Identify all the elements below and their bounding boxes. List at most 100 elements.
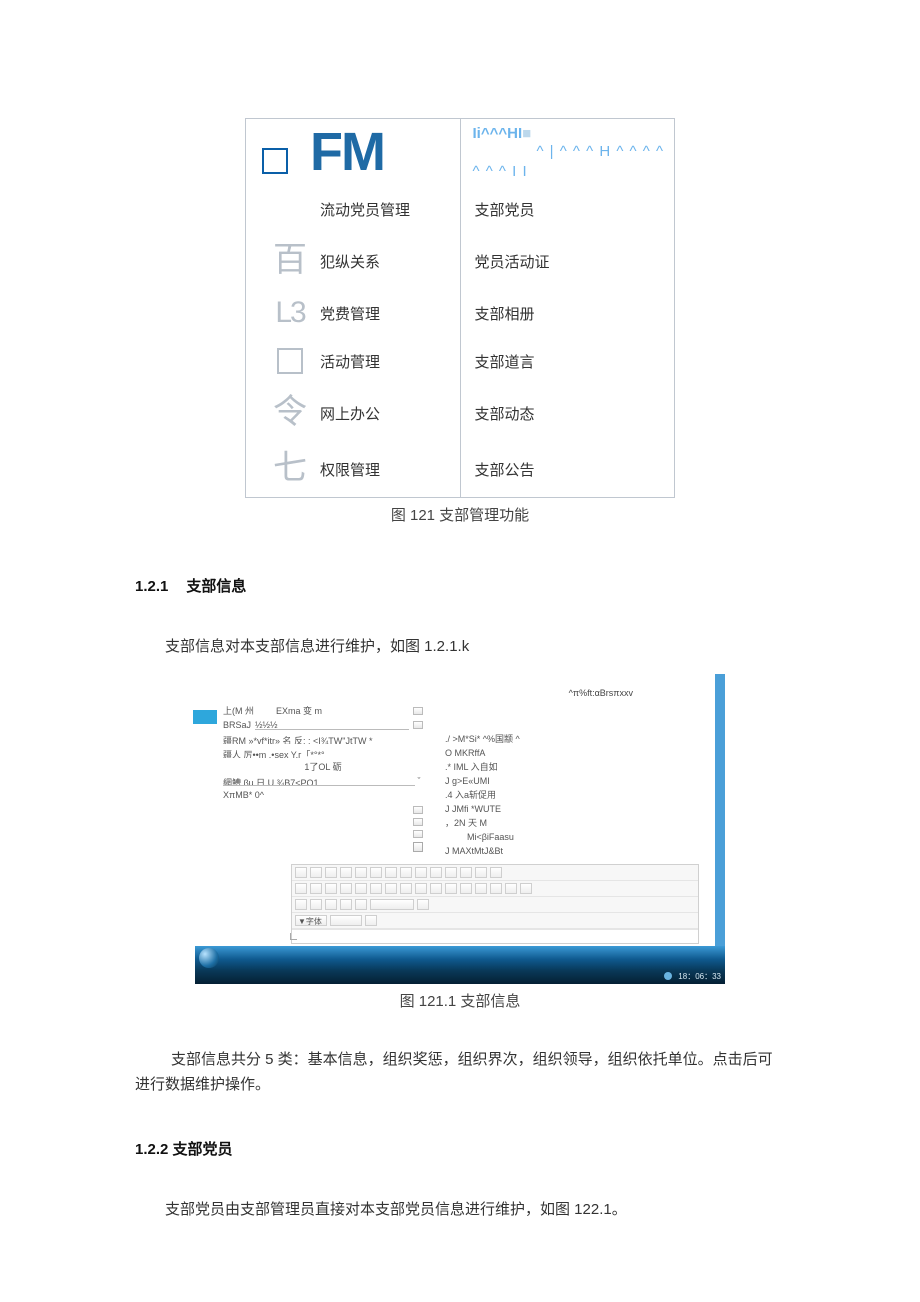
tree-item[interactable]: J MAXtMtJ&Bt bbox=[445, 844, 725, 858]
toolbar-button[interactable] bbox=[365, 915, 377, 926]
menu-item-online-office: 令 网上办公 bbox=[246, 385, 460, 441]
editor-toolbar-row bbox=[292, 881, 698, 897]
toolbar-button[interactable] bbox=[490, 883, 502, 894]
toolbar-button[interactable] bbox=[355, 883, 367, 894]
toolbar-button[interactable] bbox=[415, 867, 427, 878]
editor-toolbar-row: ▼字体 bbox=[292, 913, 698, 929]
toolbar-button[interactable] bbox=[460, 867, 472, 878]
dropdown-icon[interactable]: ˇ bbox=[415, 776, 423, 786]
function-header-right: Ii^^^HI■ ^ | ^ ^ ^ H ^ ^ ^ ^ ^ ^ ^ I I bbox=[461, 119, 675, 185]
section-121-intro: 支部信息对本支部信息进行维护，如图 1.2.1.k bbox=[135, 634, 785, 660]
toolbar-button[interactable] bbox=[325, 899, 337, 910]
menu-label: 活动菅理 bbox=[320, 351, 380, 372]
menu-label: 权限管理 bbox=[320, 459, 380, 480]
start-orb-icon[interactable] bbox=[199, 948, 219, 968]
toolbar-button[interactable] bbox=[295, 883, 307, 894]
section-121-description: 支部信息共分 5 类：基本信息，组织奖惩，组织界次，组织领导，组织依托单位。点击… bbox=[135, 1047, 785, 1098]
submenu-label: 支部道言 bbox=[475, 351, 535, 372]
menu-label: 犯纵关系 bbox=[320, 251, 380, 272]
tree-item[interactable]: ，2N 天 M bbox=[445, 816, 725, 830]
action-icon[interactable] bbox=[413, 818, 423, 826]
toolbar-dropdown[interactable] bbox=[370, 899, 414, 910]
clock-text: 18：06：33 bbox=[678, 972, 721, 981]
toolbar-button[interactable] bbox=[310, 899, 322, 910]
screenshot-form-panel: 上(M 州 EXma 变 m BRSaJ ½½½ 疆RM »*vf*itr» 名… bbox=[223, 704, 423, 858]
logo-square-icon bbox=[262, 148, 288, 174]
action-icon[interactable] bbox=[413, 806, 423, 814]
form-row-text: XπMB* 0^ bbox=[223, 790, 264, 800]
toolbar-button[interactable] bbox=[475, 867, 487, 878]
font-family-dropdown[interactable]: ▼字体 bbox=[295, 915, 327, 926]
picker-icon[interactable] bbox=[413, 707, 423, 715]
toolbar-button[interactable] bbox=[385, 867, 397, 878]
editor-toolbar-row bbox=[292, 865, 698, 881]
l3-icon: L3 bbox=[268, 298, 312, 328]
toolbar-button[interactable] bbox=[415, 883, 427, 894]
submenu-news: 支部动态 bbox=[461, 385, 675, 441]
toolbar-button[interactable] bbox=[400, 883, 412, 894]
toolbar-button[interactable] bbox=[325, 883, 337, 894]
tree-item[interactable]: J g>E«UMI bbox=[445, 774, 725, 788]
windows-taskbar: 18：06：33 bbox=[195, 970, 725, 984]
form-field-input[interactable]: 網鰽 βu 日 U ¾B7<PO1 bbox=[223, 776, 415, 786]
figure-121-caption: 图 121 支部管理功能 bbox=[135, 504, 785, 525]
toolbar-button[interactable] bbox=[340, 867, 352, 878]
form-row-text: 1了OL 砺 bbox=[304, 760, 341, 773]
submenu-branch-member: 支部党员 bbox=[461, 185, 675, 233]
editor-canvas[interactable] bbox=[292, 929, 698, 943]
menu-label: 党费管理 bbox=[320, 303, 380, 324]
menu-item-activity: 活动菅理 bbox=[246, 337, 460, 385]
menu-item-flow-member: 流动党员管理 bbox=[246, 185, 460, 233]
form-field-value: EXma 变 m bbox=[276, 704, 322, 717]
toolbar-button[interactable] bbox=[295, 899, 307, 910]
bai-icon: 百 bbox=[268, 244, 312, 278]
toolbar-button[interactable] bbox=[445, 883, 457, 894]
toolbar-button[interactable] bbox=[460, 883, 472, 894]
toolbar-button[interactable] bbox=[355, 867, 367, 878]
tray-icon[interactable] bbox=[664, 972, 672, 980]
toolbar-button[interactable] bbox=[475, 883, 487, 894]
toolbar-button[interactable] bbox=[340, 899, 352, 910]
font-size-dropdown[interactable] bbox=[330, 915, 362, 926]
toolbar-button[interactable] bbox=[400, 867, 412, 878]
submenu-label: 党员活动证 bbox=[475, 251, 550, 272]
submenu-label: 支部动态 bbox=[475, 403, 535, 424]
tree-item[interactable]: .4 入a斩促用 bbox=[445, 788, 725, 802]
tree-item[interactable]: .* IML 入自如 bbox=[445, 760, 725, 774]
submenu-label: 支部公告 bbox=[475, 459, 535, 480]
screenshot-top-area: ^π%ft:αBrsπxxv bbox=[195, 674, 725, 704]
picker-icon[interactable] bbox=[413, 721, 423, 729]
toolbar-button[interactable] bbox=[310, 867, 322, 878]
toolbar-button[interactable] bbox=[370, 883, 382, 894]
editor-toolbar-row bbox=[292, 897, 698, 913]
figure-1211-screenshot: ^π%ft:αBrsπxxv 上(M 州 EXma 变 m BRSaJ ½½½ … bbox=[195, 674, 725, 984]
function-diagram-right-column: Ii^^^HI■ ^ | ^ ^ ^ H ^ ^ ^ ^ ^ ^ ^ I I 支… bbox=[461, 119, 675, 497]
tree-item[interactable]: O MKRffA bbox=[445, 746, 725, 760]
toolbar-button[interactable] bbox=[340, 883, 352, 894]
tree-item[interactable]: ./ >M*Si* ^%国颛 ^ bbox=[445, 732, 725, 746]
toolbar-button[interactable] bbox=[445, 867, 457, 878]
selected-tab-indicator bbox=[193, 710, 217, 724]
header-right-text1: Ii^^^HI bbox=[473, 125, 523, 142]
action-icon[interactable] bbox=[413, 830, 423, 838]
toolbar-button[interactable] bbox=[325, 867, 337, 878]
qi-icon: 七 bbox=[268, 452, 312, 486]
tree-item[interactable]: Mi<βiFaasu bbox=[445, 830, 725, 844]
toolbar-button[interactable] bbox=[490, 867, 502, 878]
action-icon[interactable] bbox=[413, 842, 423, 852]
screenshot-right-border bbox=[715, 674, 725, 976]
toolbar-button[interactable] bbox=[430, 883, 442, 894]
toolbar-button[interactable] bbox=[370, 867, 382, 878]
toolbar-button[interactable] bbox=[310, 883, 322, 894]
submenu-notice: 支部公告 bbox=[461, 441, 675, 497]
toolbar-button[interactable] bbox=[430, 867, 442, 878]
toolbar-button[interactable] bbox=[417, 899, 429, 910]
toolbar-button[interactable] bbox=[355, 899, 367, 910]
toolbar-button[interactable] bbox=[520, 883, 532, 894]
toolbar-button[interactable] bbox=[295, 867, 307, 878]
tree-item[interactable]: J JMfi *WUTE bbox=[445, 802, 725, 816]
submenu-activity-cert: 党员活动证 bbox=[461, 233, 675, 289]
toolbar-button[interactable] bbox=[505, 883, 517, 894]
form-field-input[interactable]: ½½½ bbox=[255, 720, 409, 730]
toolbar-button[interactable] bbox=[385, 883, 397, 894]
